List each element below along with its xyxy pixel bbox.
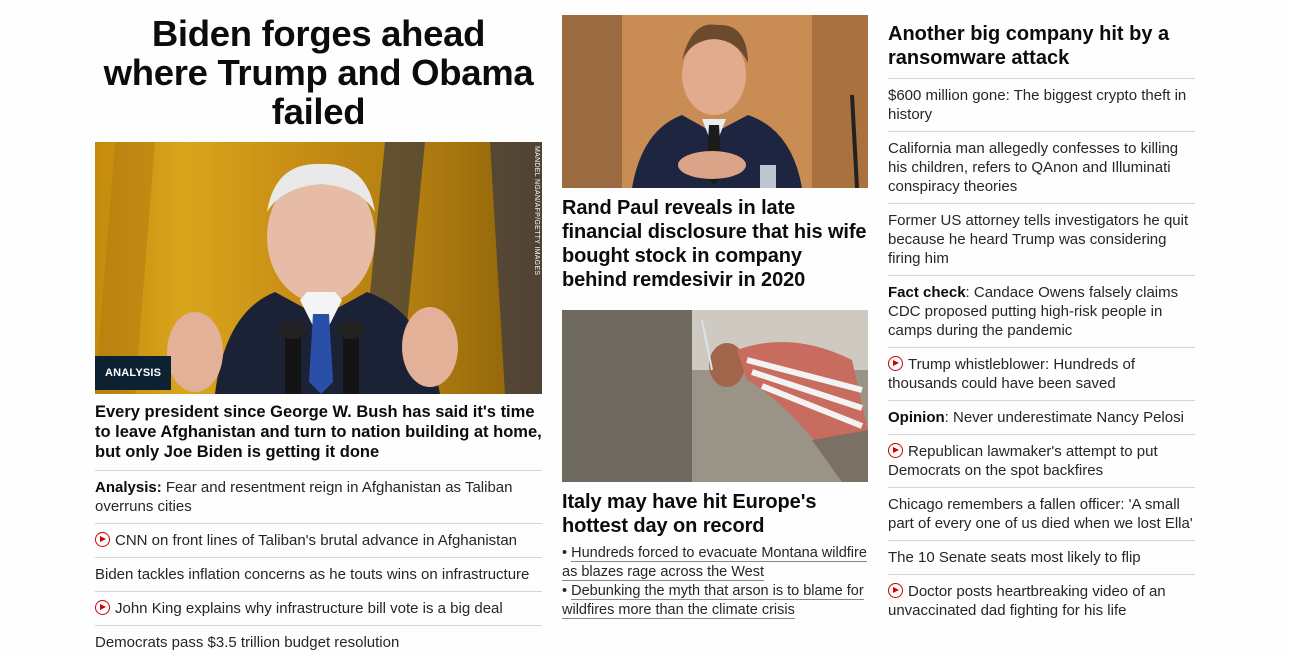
list-item[interactable]: Analysis: Fear and resentment reign in A… [95, 470, 542, 523]
item-text: The 10 Senate seats most likely to flip [888, 549, 1141, 566]
item-prefix: Fact check [888, 284, 966, 301]
item-text: Trump whistleblower: Hundreds of thousan… [888, 356, 1136, 392]
bullet-mark: • [562, 545, 568, 561]
item-text: CNN on front lines of Taliban's brutal a… [115, 532, 517, 549]
list-item[interactable]: Chicago remembers a fallen officer: 'A s… [888, 487, 1195, 540]
item-text: Doctor posts heartbreaking video of an u… [888, 583, 1166, 619]
list-item[interactable]: $600 million gone: The biggest crypto th… [888, 78, 1195, 131]
item-text: John King explains why infrastructure bi… [115, 600, 503, 617]
list-item[interactable]: Trump whistleblower: Hundreds of thousan… [888, 347, 1195, 400]
bullet-link[interactable]: Hundreds forced to evacuate Montana wild… [562, 545, 867, 581]
play-video-icon [888, 443, 903, 458]
play-video-icon [95, 600, 110, 615]
item-text: Biden tackles inflation concerns as he t… [95, 566, 530, 583]
rand-paul-image[interactable] [562, 15, 868, 188]
list-item[interactable]: Doctor posts heartbreaking video of an u… [888, 574, 1195, 627]
related-stories-list: Analysis: Fear and resentment reign in A… [95, 470, 542, 655]
play-video-icon [888, 583, 903, 598]
headlines-list: $600 million gone: The biggest crypto th… [888, 78, 1195, 627]
item-text: : Never underestimate Nancy Pelosi [944, 409, 1184, 426]
play-video-icon [95, 532, 110, 547]
item-prefix: Analysis: [95, 479, 162, 496]
italy-heat-image[interactable] [562, 310, 868, 482]
item-prefix: Opinion [888, 409, 945, 426]
list-item[interactable]: John King explains why infrastructure bi… [95, 591, 542, 625]
list-item[interactable]: California man allegedly confesses to ki… [888, 131, 1195, 203]
play-video-icon [888, 356, 903, 371]
rand-paul-photo [562, 15, 868, 188]
item-text: $600 million gone: The biggest crypto th… [888, 87, 1187, 123]
lead-story-column: Biden forges ahead where Trump and Obama… [95, 0, 542, 655]
list-item[interactable]: Republican lawmaker's attempt to put Dem… [888, 434, 1195, 487]
lead-image[interactable]: MANDEL NGAN/AFP/GETTY IMAGES ANALYSIS [95, 142, 542, 394]
list-item[interactable]: Former US attorney tells investigators h… [888, 203, 1195, 275]
photo-credit: MANDEL NGAN/AFP/GETTY IMAGES [533, 146, 540, 276]
list-item[interactable]: Democrats pass $3.5 trillion budget reso… [95, 625, 542, 655]
analysis-badge: ANALYSIS [95, 356, 172, 390]
item-text: Republican lawmaker's attempt to put Dem… [888, 443, 1158, 479]
italy-related-bullets: • Hundreds forced to evacuate Montana wi… [562, 544, 868, 620]
item-text: Democrats pass $3.5 trillion budget reso… [95, 634, 400, 651]
rand-paul-headline[interactable]: Rand Paul reveals in late financial disc… [562, 196, 868, 292]
italy-heat-photo [562, 310, 868, 482]
lead-headline-link[interactable]: Biden forges ahead where Trump and Obama… [104, 13, 534, 132]
list-item[interactable]: CNN on front lines of Taliban's brutal a… [95, 523, 542, 557]
bullet-item: • Debunking the myth that arson is to bl… [562, 582, 868, 620]
list-item[interactable]: Fact check: Candace Owens falsely claims… [888, 275, 1195, 347]
item-text: Former US attorney tells investigators h… [888, 212, 1189, 267]
list-item[interactable]: Biden tackles inflation concerns as he t… [95, 557, 542, 591]
item-text: Chicago remembers a fallen officer: 'A s… [888, 496, 1193, 532]
list-item[interactable]: The 10 Senate seats most likely to flip [888, 540, 1195, 574]
bullet-mark: • [562, 583, 568, 599]
italy-heat-headline[interactable]: Italy may have hit Europe's hottest day … [562, 490, 868, 538]
list-item[interactable]: Opinion: Never underestimate Nancy Pelos… [888, 400, 1195, 434]
item-text: California man allegedly confesses to ki… [888, 140, 1179, 195]
bullet-item: • Hundreds forced to evacuate Montana wi… [562, 544, 868, 582]
ransomware-headline[interactable]: Another big company hit by a ransomware … [888, 22, 1195, 70]
lead-headline: Biden forges ahead where Trump and Obama… [95, 14, 542, 131]
lead-description[interactable]: Every president since George W. Bush has… [95, 402, 542, 462]
middle-column: Rand Paul reveals in late financial disc… [562, 0, 868, 620]
bullet-link[interactable]: Debunking the myth that arson is to blam… [562, 583, 864, 619]
right-column: Another big company hit by a ransomware … [888, 0, 1195, 627]
